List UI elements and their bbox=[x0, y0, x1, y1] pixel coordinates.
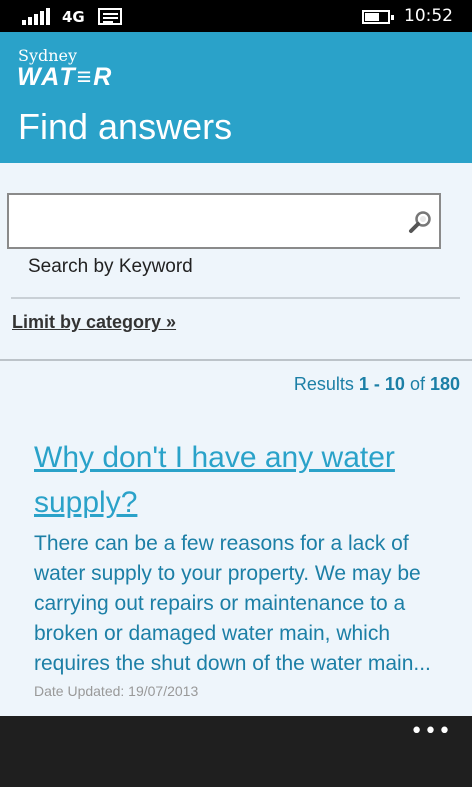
search-input[interactable] bbox=[15, 201, 405, 241]
app-bar: ••• bbox=[0, 716, 472, 787]
result-title-link[interactable]: Why don't I have any water supply? bbox=[34, 435, 454, 525]
search-hint: Search by Keyword bbox=[28, 256, 193, 277]
more-options-button[interactable]: ••• bbox=[410, 721, 452, 743]
divider bbox=[11, 297, 460, 299]
result-item: Why don't I have any water supply? There… bbox=[34, 435, 454, 699]
battery-icon bbox=[362, 10, 394, 24]
result-snippet: There can be a few reasons for a lack of… bbox=[34, 532, 431, 675]
search-icon bbox=[409, 211, 431, 233]
results-total: 180 bbox=[429, 374, 460, 394]
signal-icon bbox=[22, 7, 52, 25]
search-button[interactable] bbox=[407, 209, 433, 235]
logo-text-main: WAT≡R bbox=[17, 63, 114, 91]
results-count: Results 1 - 10 of 180 bbox=[294, 374, 460, 395]
network-type: 4G bbox=[62, 8, 85, 26]
status-bar: 4G 10:52 bbox=[0, 0, 472, 32]
result-date: Date Updated: 19/07/2013 bbox=[34, 683, 199, 699]
clock: 10:52 bbox=[404, 6, 453, 26]
app-header: Sydney WAT≡R Find answers bbox=[0, 32, 472, 163]
results-range: 1 - 10 bbox=[358, 374, 405, 394]
message-icon bbox=[98, 8, 122, 25]
page-title: Find answers bbox=[18, 106, 233, 147]
search-box bbox=[7, 193, 441, 249]
limit-by-category-link[interactable]: Limit by category » bbox=[12, 312, 176, 333]
main-content: Search by Keyword Limit by category » Re… bbox=[0, 163, 472, 716]
results-prefix: Results bbox=[293, 374, 359, 394]
divider bbox=[0, 359, 472, 361]
results-of: of bbox=[404, 374, 430, 394]
